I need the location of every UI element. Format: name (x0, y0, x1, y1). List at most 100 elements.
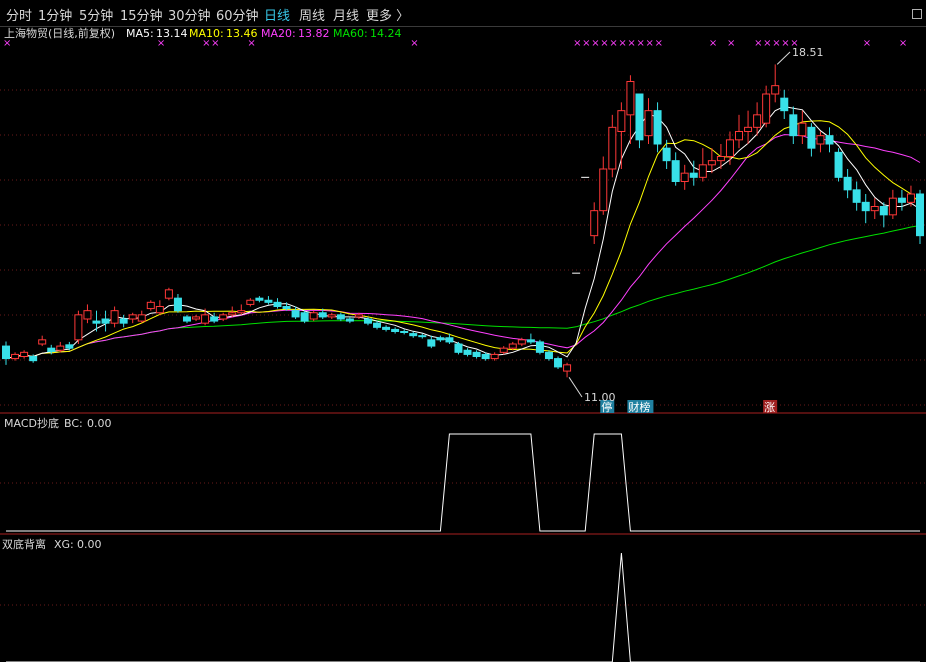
candle-body (101, 318, 110, 324)
candle (246, 298, 255, 307)
candle-body (264, 299, 273, 303)
ma5-legend-label: MA5: (126, 27, 154, 40)
xg-indicator-value: 0.00 (77, 538, 102, 551)
candle-body (291, 310, 300, 318)
candle (472, 350, 481, 359)
candle-body (771, 85, 780, 95)
candle-body (427, 339, 436, 347)
candle-body (228, 312, 237, 316)
macd-panel-name: MACD抄底 (4, 416, 59, 430)
candle-body (852, 189, 861, 203)
candle-body (282, 306, 291, 310)
event-tag-text: 涨 (764, 401, 775, 414)
ma10-legend-value: 13.46 (226, 27, 258, 40)
candle-body (870, 206, 879, 212)
candle (499, 346, 508, 355)
candle (816, 131, 825, 153)
candle-body (164, 289, 173, 299)
candle-body (345, 318, 354, 322)
candle (273, 298, 282, 309)
candle-body (273, 301, 282, 308)
candle-body (454, 343, 463, 353)
candle-body (888, 197, 897, 216)
candle (255, 296, 264, 303)
ma60-legend-value: 14.24 (370, 27, 402, 40)
ma60-legend-label: MA60: (333, 27, 368, 40)
candles (2, 64, 924, 378)
candle (264, 296, 273, 305)
candle (391, 327, 400, 334)
candle (164, 287, 173, 301)
candle (608, 114, 617, 178)
macd-signal-line (6, 433, 920, 532)
xg-indicator-label: XG: (54, 538, 74, 551)
candle-body (182, 316, 191, 322)
candle (698, 148, 707, 182)
ma10-legend-label: MA10: (189, 27, 224, 40)
xg-panel-name: 双底背离 (2, 537, 46, 551)
signal-marker: × (863, 38, 871, 49)
candle-body (219, 314, 228, 320)
candle (590, 202, 599, 244)
candle-body (544, 351, 553, 360)
candle (916, 189, 924, 244)
candle-body (617, 110, 626, 132)
candle-body (499, 347, 508, 353)
candle (635, 93, 644, 149)
candle-body (155, 306, 164, 314)
candle-body (825, 135, 834, 145)
signal-marker: × (754, 38, 762, 49)
candle-body (418, 335, 427, 338)
xg-panel-title: 双底背离 XG: 0.00 (2, 537, 102, 551)
candle-body (490, 353, 499, 360)
candle-body (689, 172, 698, 178)
macd-panel-title: MACD抄底 BC: 0.00 (4, 416, 112, 430)
signal-marker: × (636, 38, 644, 49)
candle-body (671, 160, 680, 183)
candle (825, 127, 834, 153)
candle-body (400, 331, 409, 333)
candle-body (56, 345, 65, 351)
candle-body (753, 114, 762, 128)
candle-body (834, 151, 843, 178)
candle-body (780, 97, 789, 112)
candle-body (472, 351, 481, 358)
ma10-line (5, 120, 921, 360)
candle-body (192, 316, 201, 320)
candle-body (309, 312, 318, 320)
candle-body (644, 110, 653, 137)
candle (490, 352, 499, 361)
signal-marker: × (727, 38, 735, 49)
ma20-legend-value: 13.82 (298, 27, 330, 40)
candle (409, 331, 418, 338)
candle (626, 75, 635, 144)
candle (155, 300, 164, 315)
candle (599, 156, 608, 215)
candle (137, 310, 146, 324)
candle (11, 352, 20, 361)
candle (906, 185, 915, 207)
candle (662, 139, 671, 169)
candle (38, 335, 47, 347)
candle (400, 329, 409, 335)
candle-body (38, 339, 47, 345)
macd-indicator-value: 0.00 (87, 417, 112, 430)
candle (680, 164, 689, 190)
candle-body (74, 314, 83, 341)
xg-signal-line (6, 552, 920, 662)
candle-body (110, 310, 119, 324)
candle-body (635, 93, 644, 141)
candle-body (436, 337, 445, 341)
candle (762, 85, 771, 128)
candle (744, 110, 753, 144)
candle (219, 312, 228, 322)
signal-marker: × (618, 38, 626, 49)
candle-body (789, 114, 798, 137)
candle-body (173, 297, 182, 312)
candle (671, 152, 680, 186)
candle-body (391, 328, 400, 332)
signal-marker: × (772, 38, 780, 49)
signal-marker: × (781, 38, 789, 49)
candle (173, 294, 182, 313)
candle-body (373, 322, 382, 328)
